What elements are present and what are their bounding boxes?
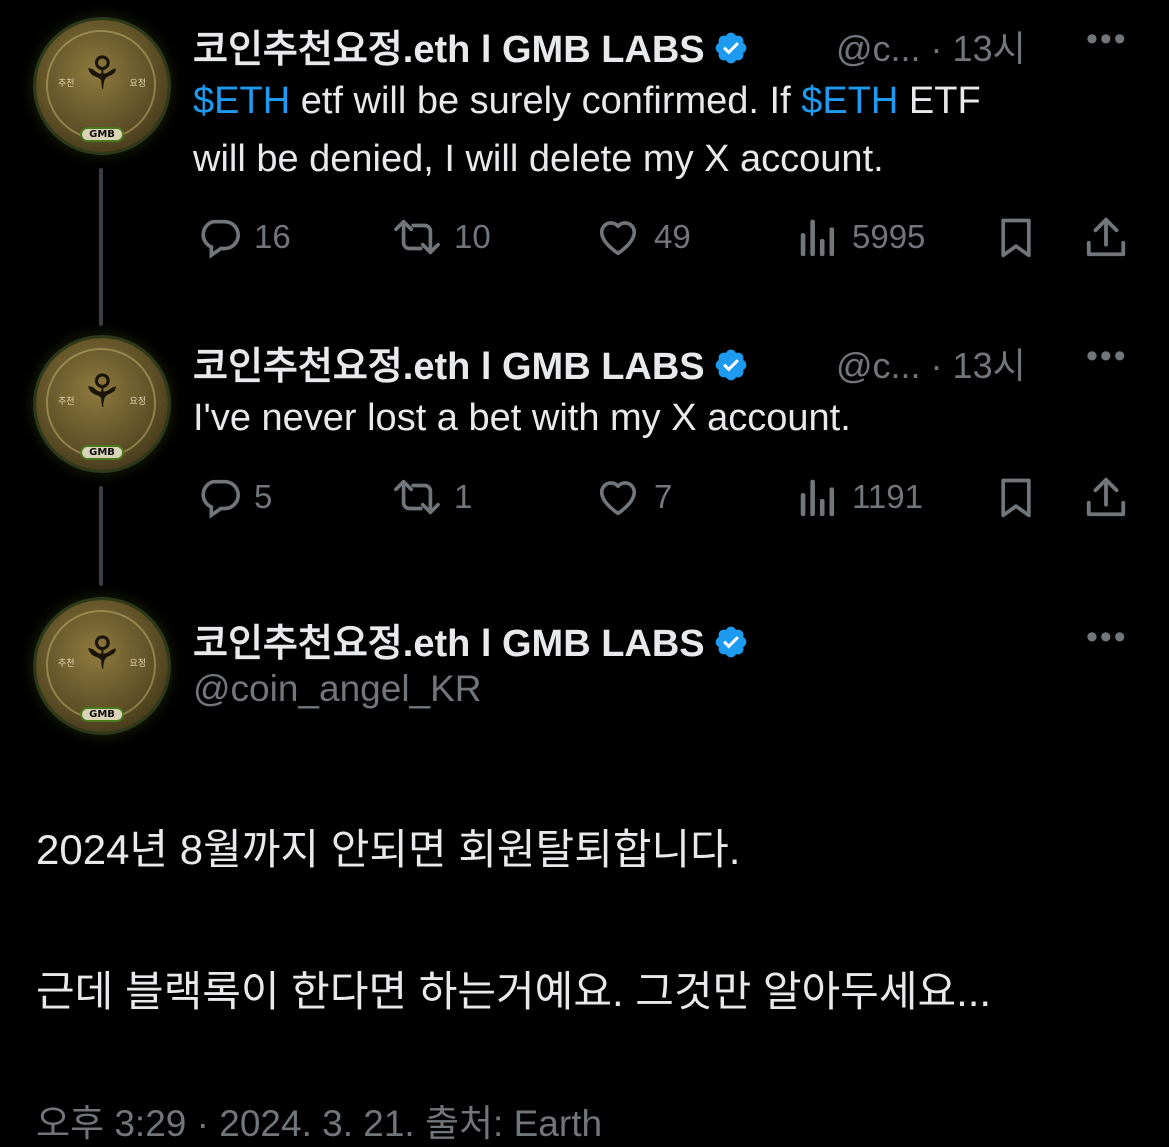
avatar-left-text: 추천 xyxy=(58,397,75,407)
reply-icon xyxy=(201,479,240,519)
repost-button[interactable]: 1 xyxy=(392,474,472,520)
like-button[interactable]: 7 xyxy=(594,474,672,520)
reply-icon xyxy=(201,219,240,259)
fairy-logo-icon: ⚘ xyxy=(81,46,123,100)
avatar-left-text: 추천 xyxy=(58,79,75,89)
share-button[interactable] xyxy=(1082,214,1130,260)
reply-button[interactable]: 16 xyxy=(196,214,291,260)
verified-badge-icon xyxy=(713,30,749,76)
tweet-text: $ETH etf will be surely confirmed. If $E… xyxy=(193,72,981,130)
views-count: 1191 xyxy=(852,478,923,515)
reply-count: 5 xyxy=(254,478,273,515)
author-name-text: 코인추천요정.eth l GMB LABS xyxy=(193,623,705,665)
handle-time[interactable]: @c... · 13시 xyxy=(836,20,1026,72)
more-icon[interactable]: ••• xyxy=(1086,618,1128,657)
verified-badge-icon xyxy=(713,347,749,393)
bookmark-button[interactable] xyxy=(994,214,1038,260)
author-name[interactable]: 코인추천요정.eth l GMB LABS xyxy=(193,335,749,393)
avatar[interactable]: 추천 요정 ⚘ GMB xyxy=(36,338,168,470)
reply-button[interactable]: 5 xyxy=(196,474,272,520)
avatar-right-text: 요정 xyxy=(129,79,146,89)
avatar-right-text: 요정 xyxy=(129,397,146,407)
views-button[interactable]: 5995 xyxy=(796,214,925,260)
like-button[interactable]: 49 xyxy=(594,214,691,260)
tweet-text-line2: will be denied, I will delete my X accou… xyxy=(193,138,884,180)
share-icon xyxy=(1086,477,1126,517)
like-count: 7 xyxy=(654,478,673,515)
views-icon xyxy=(800,219,835,257)
heart-icon xyxy=(599,481,637,516)
handle-time[interactable]: @c... · 13시 xyxy=(836,337,1026,389)
avatar[interactable]: 추천 요정 ⚘ GMB xyxy=(36,20,168,152)
share-button[interactable] xyxy=(1082,474,1130,520)
tweet-text: I've never lost a bet with my X account. xyxy=(193,397,851,439)
bookmark-button[interactable] xyxy=(994,474,1038,520)
reply-count: 16 xyxy=(254,218,291,255)
avatar-right-text: 요정 xyxy=(129,659,146,669)
more-icon[interactable]: ••• xyxy=(1086,337,1128,376)
heart-icon xyxy=(599,221,637,256)
avatar-badge: GMB xyxy=(80,445,124,460)
avatar-left-text: 추천 xyxy=(58,659,75,669)
repost-button[interactable]: 10 xyxy=(392,214,491,260)
like-count: 49 xyxy=(654,218,691,255)
avatar[interactable]: 추천 요정 ⚘ GMB xyxy=(36,600,168,732)
repost-icon xyxy=(394,479,440,515)
share-icon xyxy=(1086,217,1126,257)
tweet-meta: 오후 3:29 · 2024. 3. 21. 출처: Earth xyxy=(36,1103,603,1144)
repost-icon xyxy=(394,219,440,255)
cashtag-link[interactable]: $ETH xyxy=(801,80,898,122)
views-icon xyxy=(800,479,835,517)
thread-line xyxy=(99,168,103,326)
fairy-logo-icon: ⚘ xyxy=(81,364,123,418)
bookmark-icon xyxy=(1001,478,1031,518)
repost-count: 10 xyxy=(454,218,491,255)
verified-badge-icon xyxy=(713,624,749,670)
main-author-handle[interactable]: @coin_angel_KR xyxy=(193,668,482,710)
repost-count: 1 xyxy=(454,478,473,515)
views-button[interactable]: 1191 xyxy=(796,474,923,520)
author-name-text: 코인추천요정.eth l GMB LABS xyxy=(193,29,705,71)
bookmark-icon xyxy=(1001,218,1031,258)
tweet-text-segment: etf will be surely confirmed. If xyxy=(290,80,802,122)
avatar-badge: GMB xyxy=(80,707,124,722)
more-icon[interactable]: ••• xyxy=(1086,20,1128,59)
author-name[interactable]: 코인추천요정.eth l GMB LABS xyxy=(193,18,749,76)
avatar-badge: GMB xyxy=(80,127,124,142)
cashtag-link[interactable]: $ETH xyxy=(193,80,290,122)
main-author-name[interactable]: 코인추천요정.eth l GMB LABS xyxy=(193,612,749,670)
main-tweet-text-line1: 2024년 8월까지 안되면 회원탈퇴합니다. xyxy=(36,826,741,873)
thread-line xyxy=(99,486,103,586)
views-count: 5995 xyxy=(852,218,926,255)
main-tweet-text-line2: 근데 블랙록이 한다면 하는거예요. 그것만 알아두세요... xyxy=(36,968,992,1015)
author-name-text: 코인추천요정.eth l GMB LABS xyxy=(193,346,705,388)
tweet-text-segment: ETF xyxy=(898,80,981,122)
fairy-logo-icon: ⚘ xyxy=(81,626,123,680)
